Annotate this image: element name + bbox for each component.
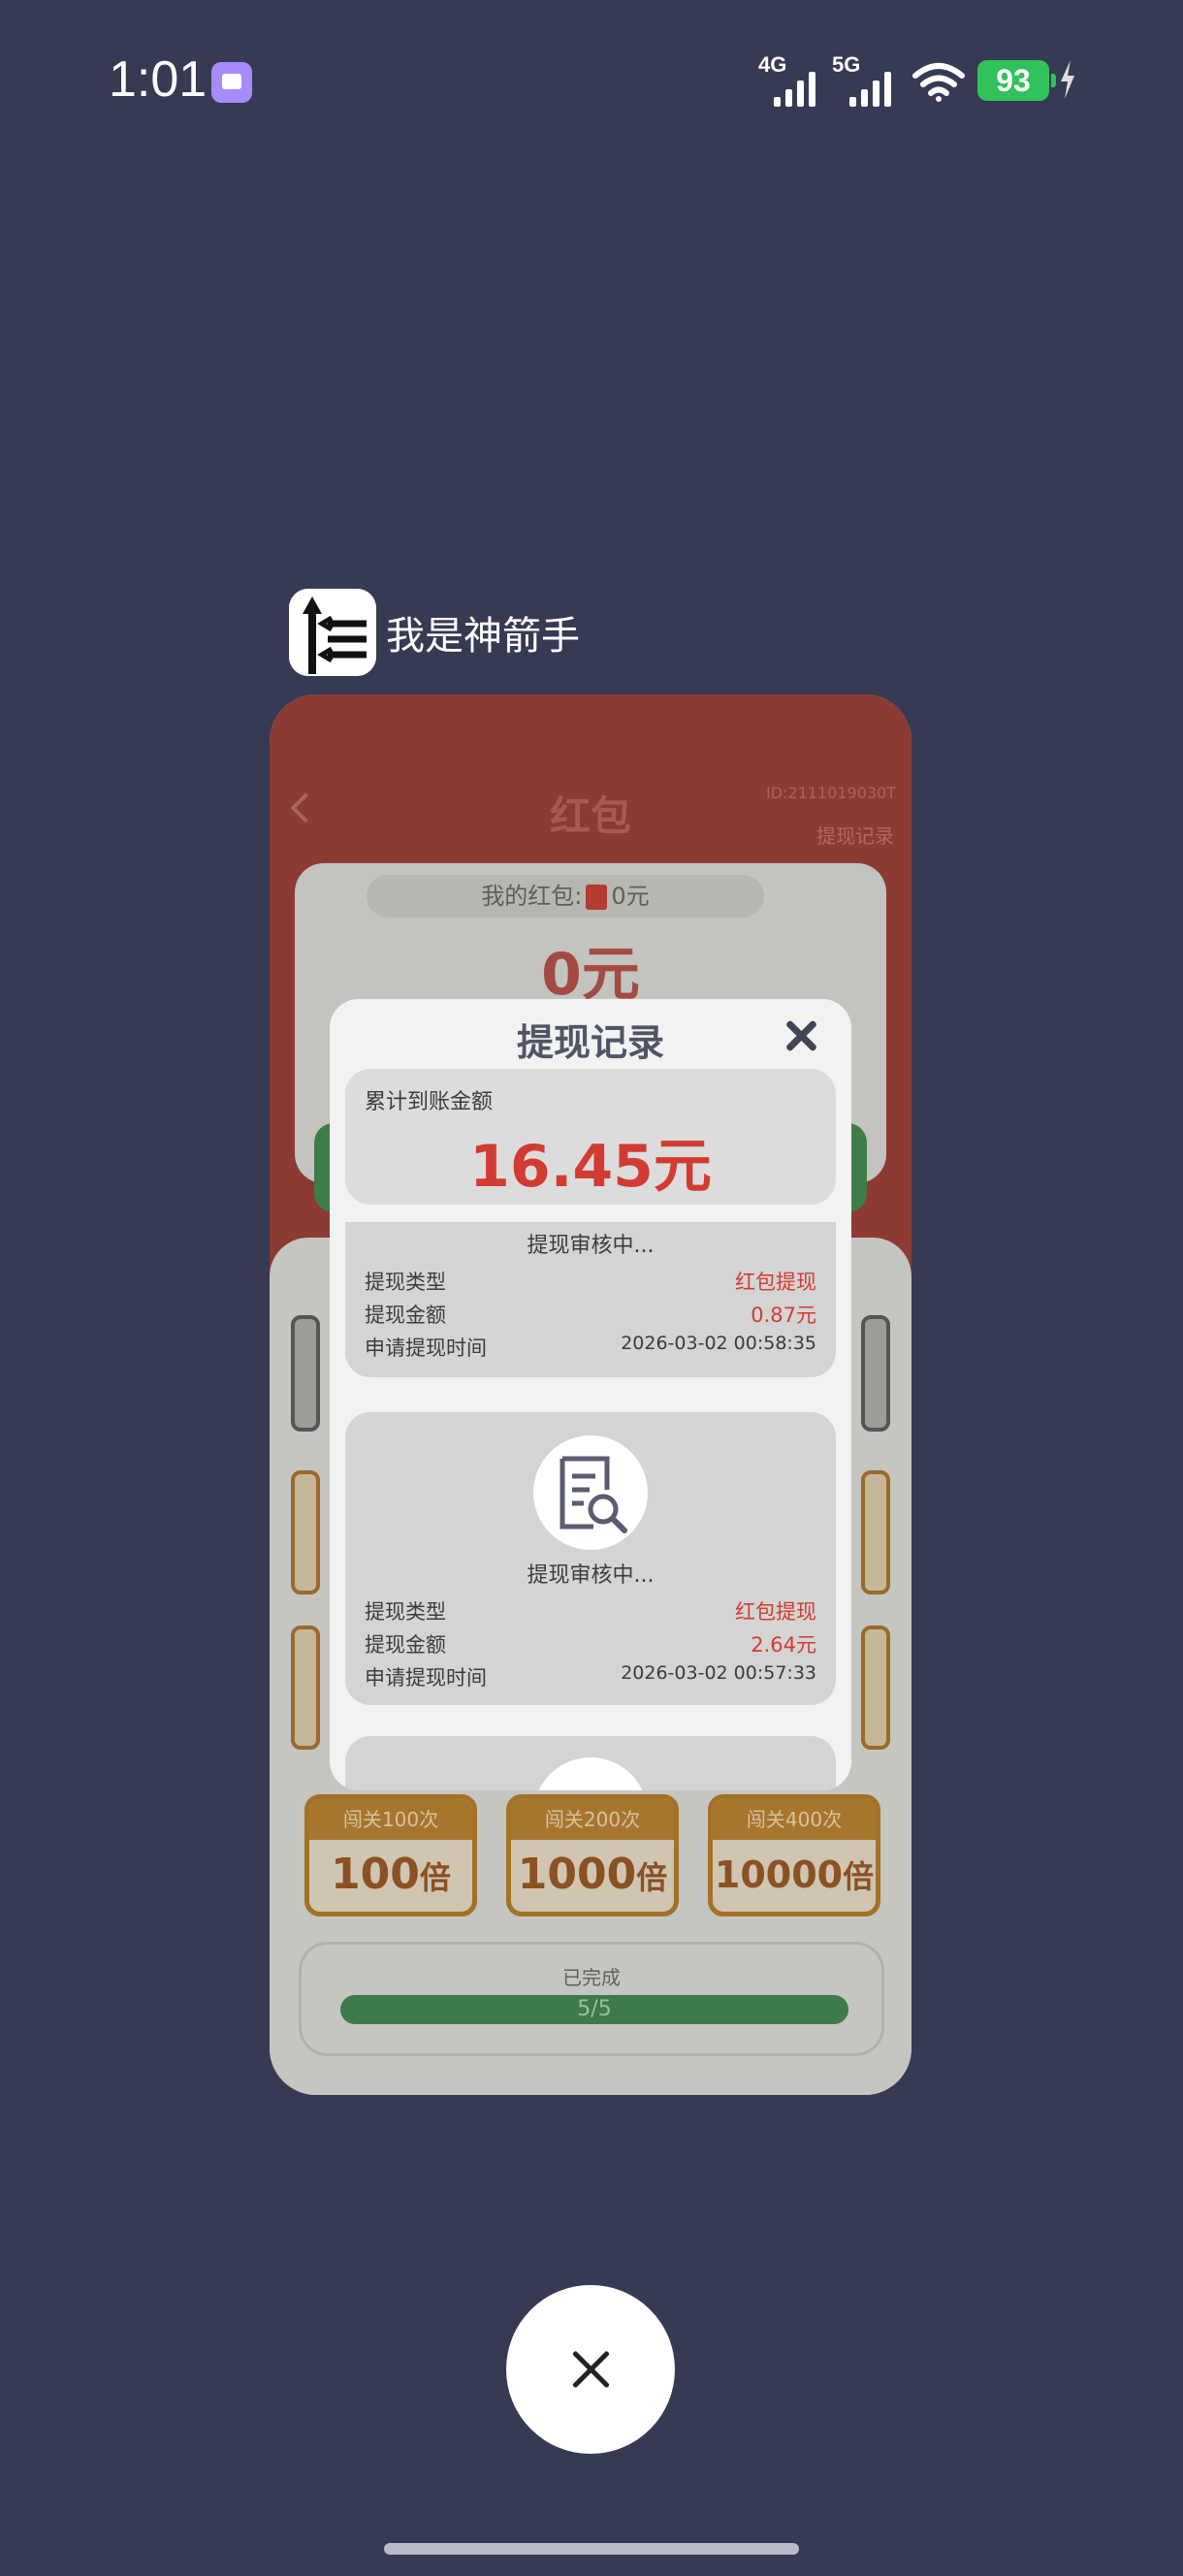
record-type-label: 提现类型 bbox=[365, 1271, 446, 1294]
multiplier-level: 闯关400次 bbox=[713, 1799, 876, 1840]
completion-box: 已完成 5/5 bbox=[299, 1942, 884, 2056]
multiplier-value: 1000 bbox=[517, 1850, 637, 1899]
card-side-item bbox=[291, 1315, 320, 1432]
multiplier-unit: 倍 bbox=[636, 1859, 668, 1896]
total-received-box: 累计到账金额 16.45元 bbox=[345, 1069, 836, 1205]
arrow-logo-icon bbox=[289, 589, 376, 676]
card-side-item bbox=[291, 1626, 320, 1750]
card-side-item bbox=[861, 1470, 890, 1594]
multiplier-value: 100 bbox=[331, 1850, 420, 1899]
modal-close-icon[interactable] bbox=[782, 1016, 820, 1055]
record-status: 提现审核中... bbox=[527, 1234, 655, 1258]
record-type-label: 提现类型 bbox=[365, 1600, 446, 1624]
multiplier-row: 闯关100次 100倍 闯关200次 1000倍 闯关400次 10000倍 bbox=[304, 1794, 880, 1916]
record-type-value: 红包提现 bbox=[735, 1600, 816, 1624]
multiplier-card: 闯关200次 1000倍 bbox=[506, 1794, 679, 1916]
withdraw-record: 提现审核中... 提现类型 红包提现 提现金额 2.64元 申请提现时间 202… bbox=[345, 1412, 836, 1705]
app-switcher-header[interactable]: 我是神箭手 bbox=[289, 588, 580, 677]
app-icon[interactable] bbox=[289, 589, 376, 676]
record-status: 提现审核中... bbox=[527, 1563, 655, 1588]
pill-value: 0元 bbox=[611, 883, 650, 910]
multiplier-level: 闯关100次 bbox=[309, 1799, 472, 1840]
app-name: 我是神箭手 bbox=[386, 614, 580, 659]
withdraw-records-modal: 提现记录 累计到账金额 16.45元 提现审核中... 提现类型 红包提现 提现… bbox=[330, 999, 851, 1790]
pill-label: 我的红包: bbox=[481, 883, 583, 910]
total-received-label: 累计到账金额 bbox=[365, 1090, 494, 1114]
card-side-item bbox=[861, 1315, 890, 1432]
multiplier-card: 闯关400次 10000倍 bbox=[708, 1794, 880, 1916]
record-time-label: 申请提现时间 bbox=[365, 1336, 487, 1360]
multiplier-value: 10000 bbox=[714, 1853, 844, 1896]
red-envelope-icon bbox=[586, 885, 608, 910]
record-amount-label: 提现金额 bbox=[365, 1304, 446, 1327]
completion-label: 已完成 bbox=[562, 1966, 621, 1989]
card-balance-pill: 我的红包: 0元 bbox=[367, 875, 764, 918]
record-icon-circle bbox=[533, 1757, 648, 1790]
record-time-value: 2026-03-02 00:57:33 bbox=[621, 1662, 816, 1684]
modal-title: 提现记录 bbox=[516, 1021, 664, 1064]
multiplier-unit: 倍 bbox=[419, 1859, 451, 1896]
record-time-value: 2026-03-02 00:58:35 bbox=[621, 1333, 816, 1354]
record-amount-value: 2.64元 bbox=[751, 1633, 816, 1657]
record-type-value: 红包提现 bbox=[735, 1271, 816, 1294]
document-search-icon bbox=[560, 1456, 627, 1533]
wifi-icon bbox=[912, 63, 965, 102]
home-indicator[interactable] bbox=[384, 2543, 799, 2555]
total-received-value: 16.45元 bbox=[469, 1133, 712, 1201]
record-time-label: 申请提现时间 bbox=[365, 1666, 487, 1690]
withdraw-record: 提现审核中... 提现类型 红包提现 提现金额 0.87元 申请提现时间 202… bbox=[345, 1222, 836, 1377]
multiplier-level: 闯关200次 bbox=[511, 1799, 674, 1840]
status-time: 1:01 bbox=[109, 51, 208, 108]
card-withdraw-link: 提现记录 bbox=[816, 824, 894, 848]
notification-app-icon bbox=[211, 62, 252, 103]
charging-bolt-icon bbox=[1061, 60, 1074, 99]
record-amount-label: 提现金额 bbox=[365, 1633, 446, 1657]
multiplier-card: 闯关100次 100倍 bbox=[304, 1794, 477, 1916]
withdraw-record bbox=[345, 1736, 836, 1790]
close-app-button[interactable] bbox=[506, 2285, 675, 2454]
record-icon-circle bbox=[533, 1435, 648, 1550]
record-amount-value: 0.87元 bbox=[751, 1304, 816, 1327]
card-side-item bbox=[291, 1470, 320, 1594]
battery-indicator: 93 bbox=[977, 60, 1056, 101]
completion-progress-bar: 5/5 bbox=[340, 1995, 848, 2024]
card-side-item bbox=[861, 1626, 890, 1750]
card-user-id: ID:2111019030T bbox=[766, 784, 896, 802]
multiplier-unit: 倍 bbox=[843, 1858, 875, 1895]
status-bar: 1:01 4G 5G 93 bbox=[0, 0, 1183, 165]
